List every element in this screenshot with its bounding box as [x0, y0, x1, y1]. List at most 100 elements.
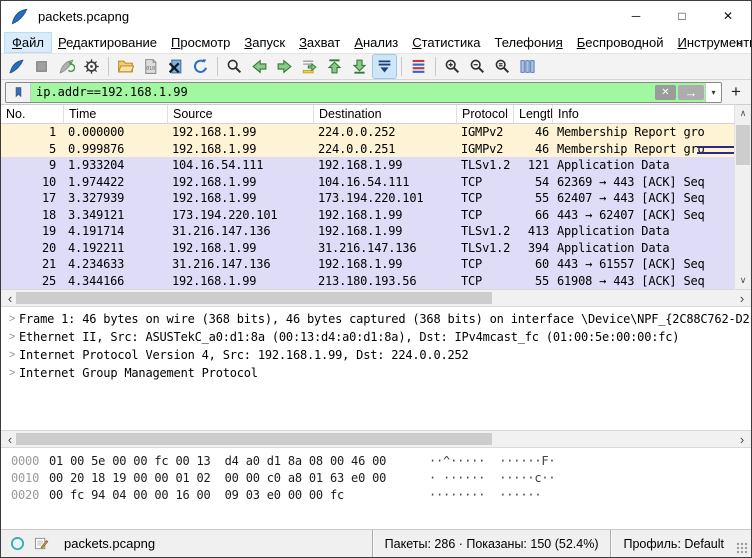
hscrollbar-thumb[interactable]: [16, 292, 492, 304]
packet-row[interactable]: 214.23463331.216.147.136192.168.1.99TCP6…: [1, 256, 734, 273]
stop-capture-icon: [33, 58, 50, 75]
packet-cell-source: 31.216.147.136: [168, 223, 314, 240]
find-packet-button[interactable]: [223, 55, 246, 78]
vertical-scrollbar[interactable]: ∧ ∨: [734, 105, 751, 289]
resize-columns-button[interactable]: [516, 55, 539, 78]
hex-row[interactable]: 000001 00 5e 00 00 fc 00 13 d4 a0 d1 8a …: [1, 454, 751, 471]
menu-wireless[interactable]: Беспроводной: [570, 33, 671, 52]
detail-text: Internet Group Management Protocol: [19, 366, 258, 380]
display-filter-input[interactable]: [31, 83, 654, 102]
save-file-button[interactable]: 010: [139, 55, 162, 78]
hex-offset: 0010: [11, 471, 49, 488]
column-header-info[interactable]: Info: [553, 105, 736, 123]
packet-row[interactable]: 254.344166192.168.1.99213.180.193.56TCP5…: [1, 273, 734, 290]
first-packet-button[interactable]: [323, 55, 346, 78]
menu-overflow-chevron[interactable]: »: [736, 35, 743, 50]
packet-row[interactable]: 183.349121173.194.220.101192.168.1.99TCP…: [1, 207, 734, 224]
menu-statistics[interactable]: Статистика: [405, 33, 487, 52]
scroll-right-button[interactable]: ›: [735, 290, 749, 306]
packet-row[interactable]: 10.000000192.168.1.99224.0.0.252IGMPv246…: [1, 124, 734, 141]
hex-row[interactable]: 001000 20 18 19 00 00 01 02 00 00 c0 a8 …: [1, 471, 751, 488]
packet-row[interactable]: 50.999876192.168.1.99224.0.0.251IGMPv246…: [1, 141, 734, 158]
expander-icon[interactable]: >: [5, 349, 19, 361]
capture-comment-button[interactable]: [34, 536, 49, 551]
packet-row[interactable]: 173.327939192.168.1.99173.194.220.101TCP…: [1, 190, 734, 207]
filter-apply-button[interactable]: →: [678, 85, 704, 100]
next-packet-button[interactable]: [273, 55, 296, 78]
status-profile[interactable]: Профиль: Default: [610, 530, 736, 557]
packet-list-hscrollbar[interactable]: ‹ ›: [1, 289, 751, 307]
packet-row[interactable]: 101.974422192.168.1.99104.16.54.111TCP54…: [1, 174, 734, 191]
detail-text: Ethernet II, Src: ASUSTekC_a0:d1:8a (00:…: [19, 330, 679, 344]
menu-file[interactable]: Файл: [5, 33, 51, 52]
hex-row[interactable]: 002000 fc 94 04 00 00 16 00 09 03 e0 00 …: [1, 488, 751, 505]
minimize-button[interactable]: ─: [613, 1, 659, 31]
colorize-packets-button[interactable]: [407, 55, 430, 78]
menu-edit[interactable]: Редактирование: [51, 33, 164, 52]
close-file-button[interactable]: [164, 55, 187, 78]
packet-cell-time: 4.191714: [64, 223, 168, 240]
zoom-in-button[interactable]: [441, 55, 464, 78]
packet-row[interactable]: 194.19171431.216.147.136192.168.1.99TLSv…: [1, 223, 734, 240]
filter-clear-button[interactable]: ✕: [655, 85, 676, 100]
scroll-left-button[interactable]: ‹: [3, 431, 17, 447]
column-header-time[interactable]: Time: [64, 105, 168, 123]
reload-file-button[interactable]: [189, 55, 212, 78]
menu-go[interactable]: Запуск: [237, 33, 292, 52]
hscrollbar-thumb[interactable]: [16, 433, 492, 445]
wireshark-logo-icon: [10, 7, 29, 26]
previous-packet-icon: [251, 58, 268, 75]
packet-cell-no: 18: [1, 207, 64, 224]
previous-packet-button[interactable]: [248, 55, 271, 78]
start-capture-button[interactable]: [5, 55, 28, 78]
scroll-up-button[interactable]: ∧: [735, 105, 751, 122]
packet-cell-info: 61908 → 443 [ACK] Seq: [553, 273, 734, 290]
capture-file-properties-button[interactable]: [10, 536, 25, 551]
open-file-button[interactable]: [114, 55, 137, 78]
scroll-right-button[interactable]: ›: [735, 431, 749, 447]
menu-analyze[interactable]: Анализ: [347, 33, 405, 52]
zoom-out-button[interactable]: [466, 55, 489, 78]
column-header-length[interactable]: Length: [514, 105, 553, 123]
detail-row[interactable]: >Internet Group Management Protocol: [1, 364, 751, 382]
filter-add-button[interactable]: +: [726, 82, 746, 102]
goto-packet-button[interactable]: [298, 55, 321, 78]
menu-capture[interactable]: Захват: [292, 33, 347, 52]
close-button[interactable]: ✕: [705, 1, 751, 31]
packet-cell-time: 1.933204: [64, 157, 168, 174]
toolbar-separator: [435, 57, 436, 76]
last-packet-button[interactable]: [348, 55, 371, 78]
expander-icon[interactable]: >: [5, 367, 19, 379]
expander-icon[interactable]: >: [5, 313, 19, 325]
stop-capture-button[interactable]: [30, 55, 53, 78]
hex-bytes: 01 00 5e 00 00 fc 00 13 d4 a0 d1 8a 08 0…: [49, 454, 409, 471]
column-header-destination[interactable]: Destination: [314, 105, 457, 123]
column-header-protocol[interactable]: Protocol: [457, 105, 514, 123]
detail-row[interactable]: >Internet Protocol Version 4, Src: 192.1…: [1, 346, 751, 364]
scroll-down-button[interactable]: ∨: [735, 272, 751, 289]
details-hscrollbar[interactable]: ‹ ›: [1, 430, 751, 448]
autoscroll-button[interactable]: [373, 55, 396, 78]
expander-icon[interactable]: >: [5, 331, 19, 343]
capture-options-button[interactable]: [80, 55, 103, 78]
detail-row[interactable]: >Frame 1: 46 bytes on wire (368 bits), 4…: [1, 310, 751, 328]
vertical-scrollbar-thumb[interactable]: [736, 125, 750, 165]
restart-capture-button[interactable]: [55, 55, 78, 78]
menu-telephony[interactable]: Телефония: [487, 33, 569, 52]
packet-cell-length: 121: [514, 157, 553, 174]
packet-cell-protocol: TLSv1.2: [457, 240, 514, 257]
zoom-reset-button[interactable]: [491, 55, 514, 78]
colorize-packets-icon: [410, 58, 427, 75]
maximize-button[interactable]: □: [659, 1, 705, 31]
column-header-source[interactable]: Source: [168, 105, 314, 123]
packet-row[interactable]: 91.933204104.16.54.111192.168.1.99TLSv1.…: [1, 157, 734, 174]
packet-cell-length: 413: [514, 223, 553, 240]
menu-view[interactable]: Просмотр: [164, 33, 237, 52]
column-header-no[interactable]: No.: [1, 105, 64, 123]
resize-grip[interactable]: [736, 542, 749, 555]
scroll-left-button[interactable]: ‹: [3, 290, 17, 306]
packet-row[interactable]: 204.192211192.168.1.9931.216.147.136TLSv…: [1, 240, 734, 257]
detail-row[interactable]: >Ethernet II, Src: ASUSTekC_a0:d1:8a (00…: [1, 328, 751, 346]
filter-dropdown-button[interactable]: ▾: [705, 83, 721, 102]
filter-bookmark-button[interactable]: [6, 83, 31, 102]
